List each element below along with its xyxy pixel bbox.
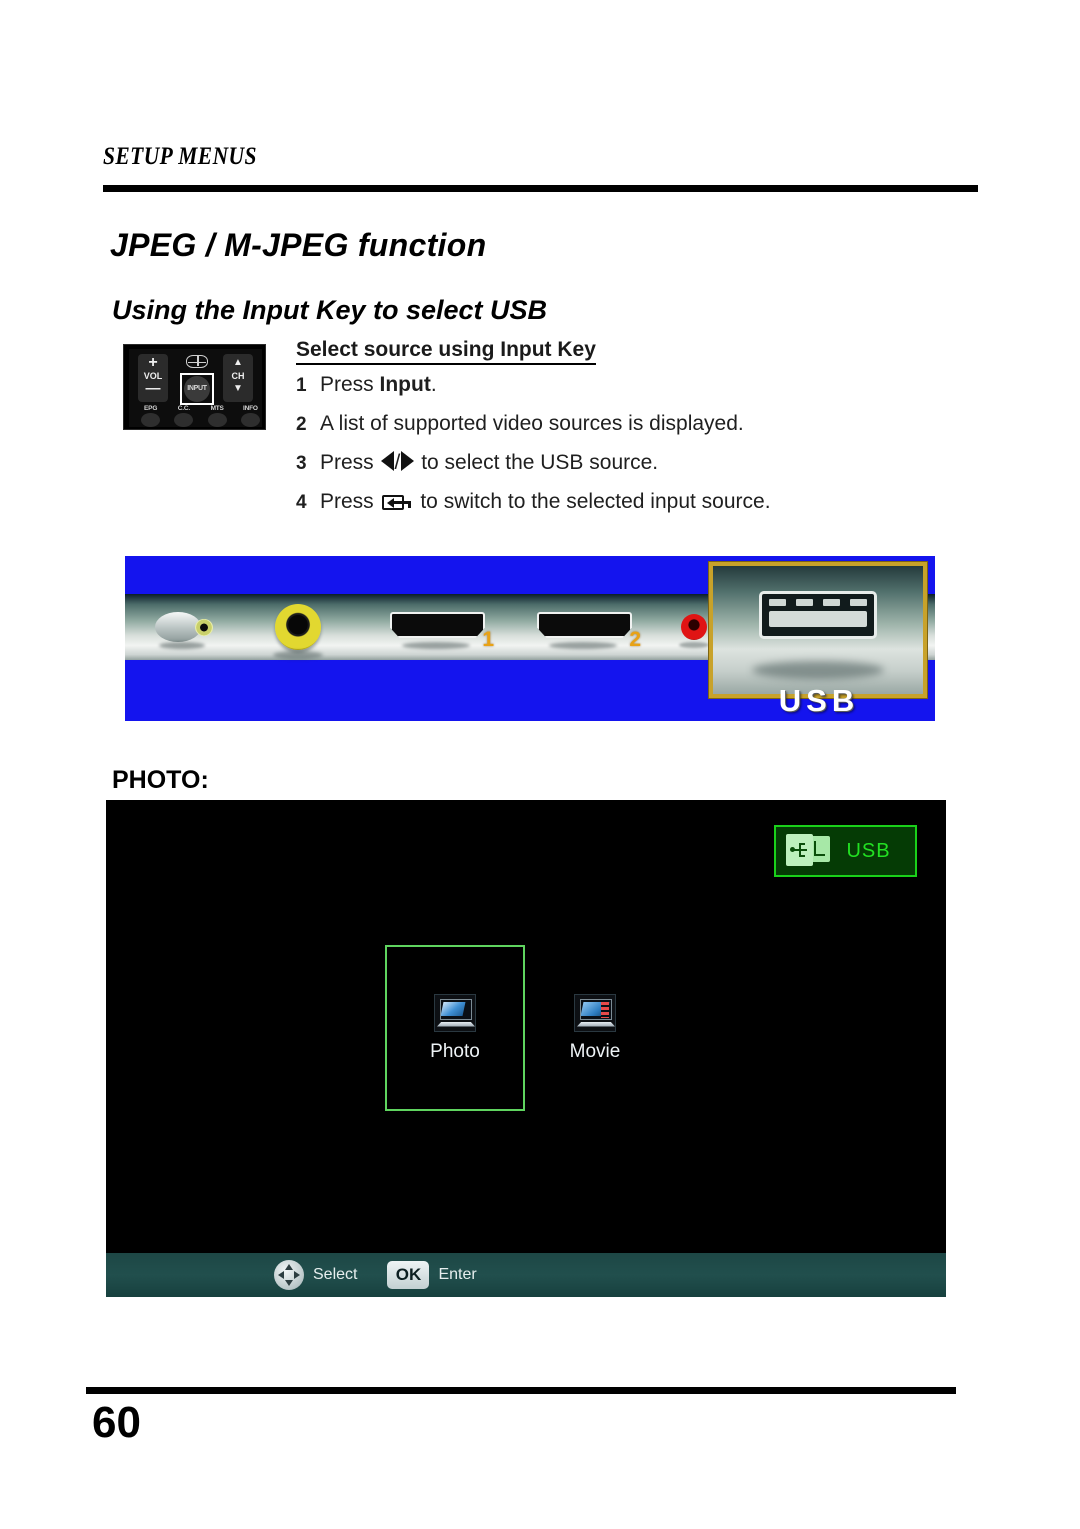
volume-down-icon: —	[145, 380, 161, 397]
coaxial-port-icon	[155, 608, 213, 649]
channel-down-icon: ▼	[233, 383, 243, 394]
instruction-step: 4 Press to switch to the selected input …	[296, 489, 936, 515]
step-text-prefix: Press	[320, 373, 380, 396]
select-hint: Select	[274, 1260, 357, 1290]
instruction-step: 3 Press / to select the USB source.	[296, 450, 936, 476]
usb-caption: USB	[778, 683, 860, 718]
step-text-separator: /	[394, 451, 401, 474]
step-text-suffix: to switch to the selected input source.	[414, 490, 771, 513]
input-button: INPUT	[184, 376, 210, 402]
step-text-suffix: to select the USB source.	[415, 451, 659, 474]
osd-status-bar: Select OK Enter	[106, 1253, 946, 1297]
keypad-bottom-labels: EPG C.C. MTS INFO	[134, 405, 267, 412]
channel-label: CH	[231, 371, 245, 381]
photo-icon	[434, 993, 476, 1032]
media-item-label: Movie	[569, 1040, 621, 1062]
tv-screen-photo: USB Photo Movie Select OK Enter	[106, 800, 946, 1297]
step-text: Press / to select the USB source.	[320, 450, 658, 475]
usb-port-icon	[759, 590, 877, 639]
step-text: Press Input.	[320, 372, 437, 397]
hdmi-port-1-icon: 1	[390, 612, 494, 651]
page-title: JPEG / M-JPEG function	[110, 227, 487, 263]
media-item-label: Photo	[430, 1040, 480, 1062]
movie-icon	[574, 993, 616, 1032]
usb-port-highlight[interactable]	[708, 561, 928, 699]
header-rule	[103, 185, 978, 192]
mts-button	[201, 413, 234, 427]
photo-section-label: PHOTO:	[112, 766, 209, 794]
dpad-icon	[274, 1260, 304, 1290]
remote-keypad-image: + VOL — ▲ CH ▼ INPUT EPG C.C. MTS INFO	[123, 344, 266, 430]
arrow-right-icon	[401, 451, 415, 471]
page-subtitle: Using the Input Key to select USB	[112, 295, 548, 325]
usb-source-badge: USB	[774, 825, 917, 877]
channel-up-icon: ▲	[233, 357, 243, 368]
aspect-ratio-icon	[186, 355, 208, 368]
keypad-surface: + VOL — ▲ CH ▼ INPUT EPG C.C. MTS INFO	[129, 349, 262, 427]
enter-hint: OK Enter	[387, 1261, 477, 1289]
step-text-emphasis: Input	[379, 373, 431, 396]
step-text: A list of supported video sources is dis…	[320, 412, 744, 435]
component-red-port-icon	[679, 614, 709, 648]
instruction-step: 1 Press Input.	[296, 372, 936, 398]
keypad-label-cc: C.C.	[177, 405, 190, 412]
media-type-list: Photo Movie	[385, 945, 665, 1111]
step-number: 2	[296, 414, 307, 435]
media-item-photo[interactable]: Photo	[385, 945, 525, 1111]
ok-button-icon: OK	[387, 1261, 430, 1289]
instructions-heading: Select source using Input Key	[296, 338, 596, 365]
step-text-prefix: Press	[320, 490, 380, 513]
instruction-step: 2 A list of supported video sources is d…	[296, 411, 936, 437]
media-item-movie[interactable]: Movie	[525, 945, 665, 1111]
cc-button	[167, 413, 200, 427]
channel-rocker-button: ▲ CH ▼	[223, 354, 253, 402]
step-number: 4	[296, 492, 307, 513]
step-text-prefix: Press	[320, 451, 380, 474]
volume-up-icon: +	[148, 354, 158, 371]
step-number: 3	[296, 453, 307, 474]
keypad-bottom-buttons	[134, 413, 267, 427]
input-source-panel-photo: 1 2 USB	[125, 556, 935, 721]
arrow-left-icon	[380, 451, 394, 471]
epg-button	[134, 413, 167, 427]
usb-badge-label: USB	[846, 839, 891, 862]
usb-device-icon	[786, 834, 830, 868]
select-hint-label: Select	[313, 1266, 358, 1283]
keypad-label-epg: EPG	[144, 405, 158, 412]
keypad-label-info: INFO	[243, 405, 258, 412]
running-head: SETUP MENUS	[103, 143, 257, 170]
info-button	[234, 413, 267, 427]
step-number: 1	[296, 375, 307, 396]
hdmi-2-number: 2	[629, 628, 641, 651]
keypad-label-mts: MTS	[210, 405, 224, 412]
composite-video-port-icon	[273, 604, 323, 659]
page-number: 60	[92, 1398, 141, 1447]
footer-rule	[86, 1387, 956, 1394]
instruction-steps: 1 Press Input. 2 A list of supported vid…	[296, 372, 936, 528]
enter-key-icon	[381, 495, 412, 510]
step-text-suffix: .	[430, 373, 437, 396]
hdmi-port-2-icon: 2	[537, 612, 641, 651]
step-text: Press to switch to the selected input so…	[320, 489, 771, 514]
hdmi-1-number: 1	[482, 628, 494, 651]
volume-rocker-button: + VOL —	[138, 354, 168, 402]
enter-hint-label: Enter	[438, 1266, 477, 1283]
